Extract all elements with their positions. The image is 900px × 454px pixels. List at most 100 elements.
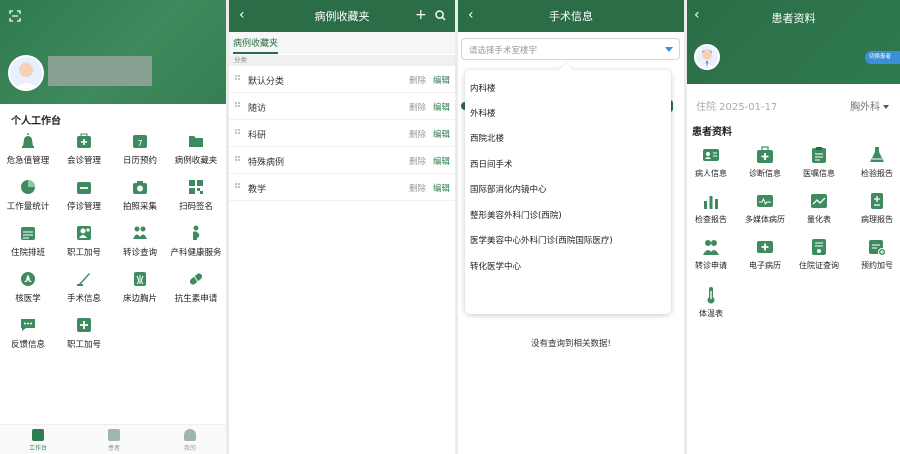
grid-item-referral[interactable]: 转诊申请 bbox=[687, 238, 737, 271]
grid-item-staff-add-2[interactable]: 职工加号 bbox=[56, 317, 112, 350]
search-icon[interactable] bbox=[435, 10, 446, 21]
grid-item-surgery-info[interactable]: 手术信息 bbox=[56, 271, 112, 304]
grid-item-case-favorites[interactable]: 病例收藏夹 bbox=[168, 133, 224, 166]
medical-kit-icon bbox=[756, 146, 774, 164]
report-icon bbox=[868, 192, 886, 210]
grid-item-emr[interactable]: 电子病历 bbox=[739, 238, 791, 271]
grid-item-scale[interactable]: 量化表 bbox=[793, 192, 845, 225]
grid-item-temperature[interactable]: 体温表 bbox=[687, 286, 737, 319]
grid-item-critical-value[interactable]: 危急值管理 bbox=[0, 133, 56, 166]
certificate-icon bbox=[810, 238, 828, 256]
grid-item-workload[interactable]: 工作量统计 bbox=[0, 179, 56, 212]
workbench-screen: 个人工作台 危急值管理 会诊管理 7 日历预约 病例收藏夹 工作量统计 停诊管理 bbox=[0, 0, 226, 454]
grid-item-nuclear-medicine[interactable]: 核医学 bbox=[0, 271, 56, 304]
clipboard-icon bbox=[810, 146, 828, 164]
drag-handle-icon[interactable] bbox=[235, 156, 242, 163]
drag-handle-icon[interactable] bbox=[235, 102, 242, 109]
profile-header bbox=[0, 0, 226, 104]
grid-item-feedback[interactable]: 反馈信息 bbox=[0, 317, 56, 350]
dropdown-option[interactable]: 整形美容外科门诊(西院) bbox=[470, 209, 562, 221]
scalpel-icon bbox=[76, 271, 92, 287]
pie-chart-icon bbox=[20, 179, 36, 195]
back-icon[interactable]: ‹ bbox=[239, 7, 245, 23]
user-name-redacted bbox=[48, 56, 152, 86]
patient-profile-screen: ‹ 患者资料 切换患者 住院 2025-01-17 胸外科 患者资料 病人信息 … bbox=[687, 0, 900, 454]
edit-button[interactable]: 编辑 bbox=[433, 155, 450, 167]
staff-add-icon bbox=[76, 225, 92, 241]
grid-item-staff-add[interactable]: 职工加号 bbox=[56, 225, 112, 258]
delete-button[interactable]: 删除 bbox=[409, 74, 426, 86]
trend-icon bbox=[810, 192, 828, 210]
thermometer-icon bbox=[702, 286, 720, 304]
tab-mine[interactable]: 我的 bbox=[170, 429, 210, 452]
page-title: 手术信息 bbox=[549, 10, 593, 23]
alarm-icon bbox=[20, 133, 36, 149]
drag-handle-icon[interactable] bbox=[235, 183, 242, 190]
grid-item-admission-cert[interactable]: 住院证查询 bbox=[793, 238, 845, 271]
delete-button[interactable]: 删除 bbox=[409, 128, 426, 140]
grid-item-diagnosis[interactable]: 诊断信息 bbox=[739, 146, 791, 179]
dropdown-option[interactable]: 西日间手术 bbox=[470, 158, 513, 170]
grid-item-exam-report[interactable]: 检查报告 bbox=[687, 192, 737, 225]
dropdown-option[interactable]: 转化医学中心 bbox=[470, 260, 521, 272]
category-row[interactable]: 特殊病例 删除 编辑 bbox=[229, 147, 455, 174]
category-name: 默认分类 bbox=[248, 77, 285, 87]
category-row[interactable]: 随访 删除 编辑 bbox=[229, 93, 455, 120]
delete-button[interactable]: 删除 bbox=[409, 155, 426, 167]
id-card-icon bbox=[702, 146, 720, 164]
category-row[interactable]: 默认分类 删除 编辑 bbox=[229, 66, 455, 93]
dropdown-option[interactable]: 内科楼 bbox=[470, 82, 496, 94]
dept-select[interactable]: 胸外科 bbox=[850, 98, 889, 113]
grid-item-pathology[interactable]: 病理报告 bbox=[851, 192, 900, 225]
delete-button[interactable]: 删除 bbox=[409, 182, 426, 194]
grid-item-referral-query[interactable]: 转诊查询 bbox=[112, 225, 168, 258]
add-icon[interactable]: + bbox=[415, 7, 427, 23]
category-name: 教学 bbox=[248, 185, 267, 195]
tab-case-favorites[interactable]: 病例收藏夹 bbox=[233, 36, 279, 54]
grid-item-patient-info[interactable]: 病人信息 bbox=[687, 146, 737, 179]
xray-icon bbox=[132, 271, 148, 287]
grid-item-multimedia-record[interactable]: 多媒体病历 bbox=[739, 192, 791, 225]
patient-header: ‹ 患者资料 切换患者 bbox=[687, 0, 900, 84]
profile-icon bbox=[184, 429, 196, 441]
avatar[interactable] bbox=[694, 44, 720, 70]
tab-patients[interactable]: 患者 bbox=[94, 429, 134, 452]
scan-icon[interactable] bbox=[9, 10, 21, 22]
case-favorites-screen: ‹ 病例收藏夹 + 病例收藏夹 分类 默认分类 删除 编辑 随访 删除 编辑 科… bbox=[229, 0, 455, 454]
category-row[interactable]: 科研 删除 编辑 bbox=[229, 120, 455, 147]
building-select[interactable]: 请选择手术室楼宇 bbox=[461, 38, 680, 60]
grid-item-orders[interactable]: 医嘱信息 bbox=[793, 146, 845, 179]
grid-item-consultation[interactable]: 会诊管理 bbox=[56, 133, 112, 166]
dropdown-option[interactable]: 医学美容中心外科门诊(西院国际医疗) bbox=[470, 234, 613, 246]
tab-workbench[interactable]: 工作台 bbox=[18, 429, 58, 452]
grid-item-photo[interactable]: 拍照采集 bbox=[112, 179, 168, 212]
edit-button[interactable]: 编辑 bbox=[433, 101, 450, 113]
dropdown-option[interactable]: 外科楼 bbox=[470, 107, 496, 119]
grid-item-ward-schedule[interactable]: 住院排班 bbox=[0, 225, 56, 258]
grid-item-maternity[interactable]: 产科健康服务 bbox=[168, 225, 224, 258]
dropdown-option[interactable]: 国际部消化内镜中心 bbox=[470, 183, 547, 195]
switch-patient-button[interactable]: 切换患者 bbox=[865, 51, 900, 64]
grid-item-appointment[interactable]: 预约加号 bbox=[851, 238, 900, 271]
grid-item-calendar[interactable]: 7 日历预约 bbox=[112, 133, 168, 166]
edit-button[interactable]: 编辑 bbox=[433, 182, 450, 194]
grid-item-bedside-xray[interactable]: 床边胸片 bbox=[112, 271, 168, 304]
grid-item-lab-report[interactable]: 检验报告 bbox=[851, 146, 900, 179]
edit-button[interactable]: 编辑 bbox=[433, 128, 450, 140]
grid-item-antibiotic[interactable]: 抗生素申请 bbox=[168, 271, 224, 304]
drag-handle-icon[interactable] bbox=[235, 129, 242, 136]
grid-item-stop-clinic[interactable]: 停诊管理 bbox=[56, 179, 112, 212]
media-icon bbox=[756, 192, 774, 210]
drag-handle-icon[interactable] bbox=[235, 75, 242, 82]
chevron-down-icon bbox=[665, 47, 673, 52]
schedule-icon bbox=[20, 225, 36, 241]
dropdown-option[interactable]: 西院北楼 bbox=[470, 132, 504, 144]
emr-icon bbox=[756, 238, 774, 256]
category-name: 特殊病例 bbox=[248, 158, 285, 168]
grid-item-scan-sign[interactable]: 扫码签名 bbox=[168, 179, 224, 212]
edit-button[interactable]: 编辑 bbox=[433, 74, 450, 86]
back-icon[interactable]: ‹ bbox=[468, 7, 474, 23]
delete-button[interactable]: 删除 bbox=[409, 101, 426, 113]
avatar[interactable] bbox=[8, 55, 44, 91]
category-row[interactable]: 教学 删除 编辑 bbox=[229, 174, 455, 201]
